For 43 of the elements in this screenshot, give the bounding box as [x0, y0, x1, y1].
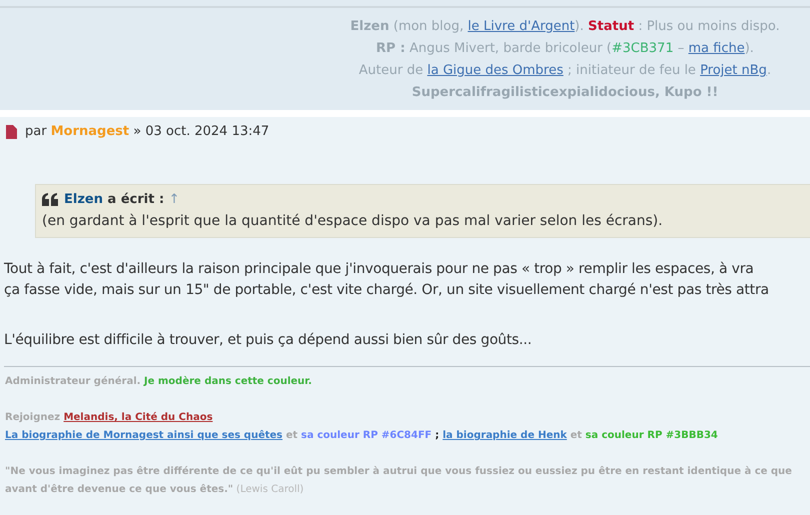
signature-link[interactable]: Melandis, la Cité du Chaos [64, 412, 213, 423]
signature-text: Rejoignez [5, 412, 62, 423]
quote-author-link[interactable]: Elzen [64, 192, 103, 206]
quote-text: (en gardant à l'esprit que la quantité d'espace dispo va pas mal varier selon les écrans). [42, 212, 664, 231]
signature-text: avant d'être devenue ce que vous êtes." [5, 484, 234, 495]
signature-text: ). [574, 19, 585, 34]
colored-text: sa couleur RP #6C84FF [301, 430, 432, 441]
signature-text: Administrateur général. [5, 376, 141, 387]
quote-wrote: a écrit : [106, 192, 166, 206]
post-date: » 03 oct. 2024 13:47 [132, 124, 270, 139]
signature-text: – [676, 41, 686, 56]
signature-text: et [569, 430, 583, 441]
signature-link[interactable]: La biographie de Mornagest ainsi que ses quêtes [5, 430, 282, 441]
post-icon [6, 124, 17, 139]
signature-link[interactable]: ma fiche [688, 41, 745, 56]
signature-text: (mon blog, [392, 19, 465, 34]
signature-text: Elzen [350, 19, 390, 34]
signature-text: "Ne vous imaginez pas être différente de ce qu'il eût pu sembler à autrui que vous fussiez ou eussiez pu être en restant identique à ce que [5, 466, 792, 477]
signature-link[interactable]: le Livre d'Argent [468, 19, 575, 34]
signature-text: ; [434, 430, 440, 441]
signature-text: Angus Mivert, barde bricoleur ( [408, 41, 612, 56]
author-prefix: par [25, 124, 48, 139]
color-code: #3CB371 [612, 41, 674, 56]
quote-icon [42, 192, 59, 206]
signature-text: Auteur de [358, 63, 424, 78]
post-text-line: ça fasse vide, mais sur un 15" de portable, c'est vite chargé. Or, un site visuellement chargé n'est pas très attra [4, 281, 769, 300]
post-text-line: L'équilibre est difficile à trouver, et puis ça dépend aussi bien sûr des goûts... [4, 331, 532, 350]
colored-text: sa couleur RP #3BBB34 [585, 430, 718, 441]
signature-text: et [284, 430, 299, 441]
signature-text: Supercalifragilisticexpialidocious, Kupo !! [412, 85, 718, 100]
signature-text: . [766, 63, 772, 78]
signature-text: ). [744, 41, 754, 56]
colored-text: Je modère dans cette couleur. [142, 376, 312, 387]
signature-text: ; initiateur de feu le [566, 63, 697, 78]
signature-text: RP : [376, 41, 406, 56]
status-label: Statut [588, 19, 634, 34]
post-text-line: Tout à fait, c'est d'ailleurs la raison principale que j'invoquerais pour ne pas « trop » remplir les espaces, à vra [4, 260, 754, 279]
quote-source: (Lewis Caroll) [235, 484, 304, 495]
signature-text: : Plus ou moins dispo. [637, 19, 780, 34]
signature-link[interactable]: la Gigue des Ombres [427, 63, 564, 78]
quote-source-link[interactable]: ↑ [168, 192, 180, 206]
signature-link[interactable]: Projet nBg [700, 63, 767, 78]
signature-link[interactable]: la biographie de Henk [442, 430, 567, 441]
